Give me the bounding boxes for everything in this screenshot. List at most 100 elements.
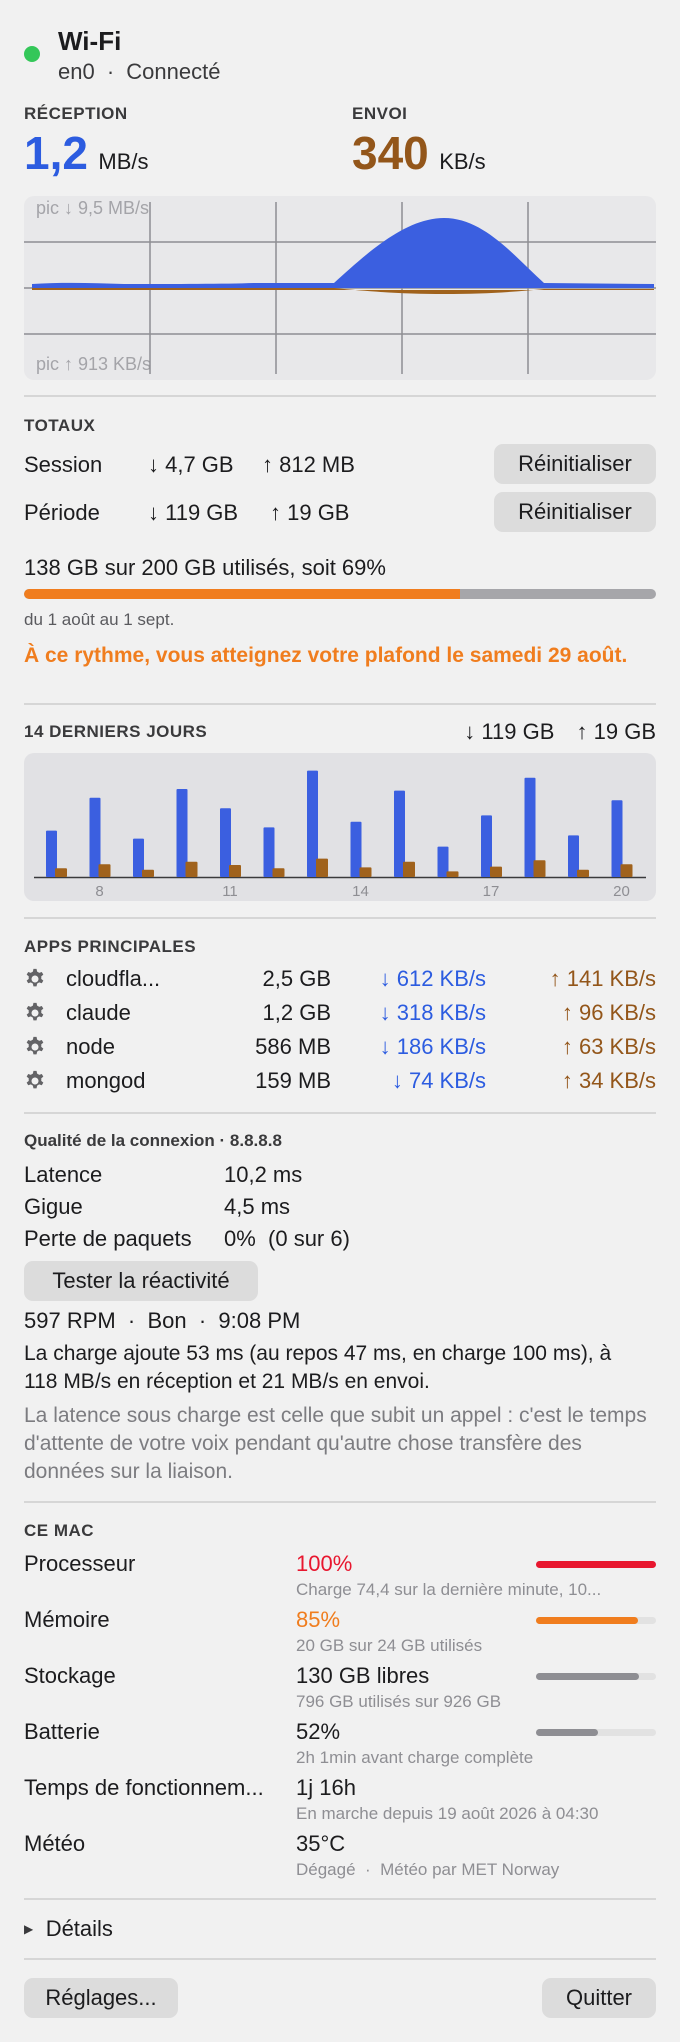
upload-bar	[98, 864, 111, 877]
status-dot	[24, 46, 40, 62]
memory-bar	[536, 1617, 656, 1624]
app-up: ↑ 63 KB/s	[561, 1034, 656, 1059]
storage-label: Stockage	[24, 1663, 116, 1688]
days-down-total: ↓ 119 GB	[464, 719, 555, 744]
upload-bar	[490, 866, 502, 877]
period-down: ↓ 119 GB	[148, 500, 239, 525]
divider	[24, 917, 656, 919]
tx-label: ENVOI	[352, 104, 408, 123]
rx-value: 1,2	[24, 127, 88, 179]
separator: ·	[106, 59, 115, 84]
processor-bar-fill	[536, 1561, 656, 1568]
weather-sub: Dégagé · Météo par MET Norway	[296, 1860, 560, 1879]
app-name: cloudfla...	[66, 966, 161, 991]
usage-bar	[24, 589, 656, 599]
divider	[24, 1898, 656, 1900]
throughput-graph-svg	[24, 202, 656, 374]
weather-label: Météo	[24, 1831, 86, 1856]
quit-button[interactable]: Quitter	[542, 1978, 656, 2018]
rx-rate: 1,2 MB/s	[24, 126, 149, 180]
connection-subtitle: en0 · Connecté	[58, 59, 220, 85]
gear-icon	[26, 1002, 44, 1021]
upload-bar	[403, 861, 415, 877]
period-label: Période	[24, 500, 100, 525]
x-tick-label: 11	[222, 883, 238, 900]
test-responsiveness-button[interactable]: Tester la réactivité	[24, 1261, 258, 1301]
throughput-graph: pic ↓ 9,5 MB/s pic ↑ 913 KB/s	[24, 196, 656, 380]
divider	[24, 1112, 656, 1114]
days-title: 14 DERNIERS JOURS	[24, 722, 208, 741]
totals-title: TOTAUX	[24, 416, 96, 435]
uptime-value: 1j 16h	[296, 1775, 356, 1800]
storage-value: 130 GB libres	[296, 1663, 430, 1688]
tx-value: 340	[352, 127, 429, 179]
settings-button[interactable]: Réglages...	[24, 1978, 178, 2018]
storage-bar-fill	[536, 1673, 640, 1680]
app-name: mongod	[66, 1068, 146, 1093]
divider	[24, 703, 656, 705]
cap-warning: À ce rythme, vous atteignez votre plafon…	[24, 644, 628, 667]
storage-bar	[536, 1673, 656, 1680]
peak-rx-label: pic ↓ 9,5 MB/s	[36, 198, 150, 218]
app-total: 586 MB	[255, 1034, 331, 1059]
upload-bar	[620, 864, 633, 877]
usage-period: du 1 août au 1 sept.	[24, 610, 175, 629]
interface-name: en0	[58, 59, 95, 84]
battery-bar	[536, 1729, 656, 1736]
session-down: ↓ 4,7 GB	[148, 452, 234, 477]
upload-bar	[577, 869, 589, 877]
session-label: Session	[24, 452, 103, 477]
details-disclosure[interactable]: ▶ Détails	[24, 1916, 113, 1942]
reset-session-button[interactable]: Réinitialiser	[494, 444, 656, 484]
divider	[24, 1501, 656, 1503]
jitter-value: 4,5 ms	[224, 1194, 291, 1219]
upload-bar	[55, 868, 67, 877]
battery-bar-fill	[536, 1729, 599, 1736]
apps-title: APPS PRINCIPALES	[24, 937, 197, 956]
memory-bar-fill	[536, 1617, 638, 1624]
tx-rate: 340 KB/s	[352, 126, 486, 180]
processor-value: 100%	[296, 1551, 353, 1576]
app-up: ↑ 141 KB/s	[549, 966, 656, 991]
usage-text: 138 GB sur 200 GB utilisés, soit 69%	[24, 555, 386, 580]
app-down: ↓ 318 KB/s	[379, 1000, 486, 1025]
app-name: claude	[66, 1000, 131, 1025]
app-name: node	[66, 1034, 115, 1059]
processor-bar	[536, 1561, 656, 1568]
app-total: 2,5 GB	[262, 966, 331, 991]
responsiveness-result: 597 RPM · Bon · 9:08 PM	[24, 1308, 301, 1333]
rx-label: RÉCEPTION	[24, 104, 128, 123]
x-tick-label: 20	[613, 883, 630, 900]
upload-bar	[446, 871, 459, 877]
gear-icon	[26, 968, 44, 987]
days-totals: ↓ 119 GB ↑ 19 GB	[464, 719, 656, 745]
divider	[24, 1958, 656, 1960]
session-up: ↑ 812 MB	[262, 452, 355, 477]
latency-explanation: La latence sous charge est celle que sub…	[24, 1404, 647, 1483]
weather-value: 35°C	[296, 1831, 346, 1856]
details-label: Détails	[45, 1916, 113, 1941]
rx-unit: MB/s	[98, 149, 149, 174]
latency-label: Latence	[24, 1162, 103, 1187]
rx-area	[32, 218, 654, 288]
reset-period-button[interactable]: Réinitialiser	[494, 492, 656, 532]
uptime-sub: En marche depuis 19 août 2026 à 04:30	[296, 1804, 599, 1823]
packet-loss-value: 0% (0 sur 6)	[224, 1226, 350, 1251]
app-total: 1,2 GB	[262, 1000, 331, 1025]
upload-bar	[142, 869, 154, 877]
upload-bar	[272, 868, 285, 877]
mac-title: CE MAC	[24, 1521, 95, 1540]
battery-value: 52%	[296, 1719, 341, 1744]
panel-title: Wi-Fi	[58, 26, 122, 56]
divider	[24, 395, 656, 397]
upload-bar	[359, 867, 372, 877]
memory-label: Mémoire	[24, 1607, 110, 1632]
disclosure-triangle-icon: ▶	[24, 1922, 34, 1936]
storage-sub: 796 GB utilisés sur 926 GB	[296, 1692, 502, 1711]
x-tick-label: 8	[95, 883, 103, 900]
connection-status: Connecté	[126, 59, 221, 84]
app-down: ↓ 612 KB/s	[379, 966, 486, 991]
upload-bar	[229, 865, 241, 877]
processor-label: Processeur	[24, 1551, 136, 1576]
latency-value: 10,2 ms	[224, 1162, 303, 1187]
